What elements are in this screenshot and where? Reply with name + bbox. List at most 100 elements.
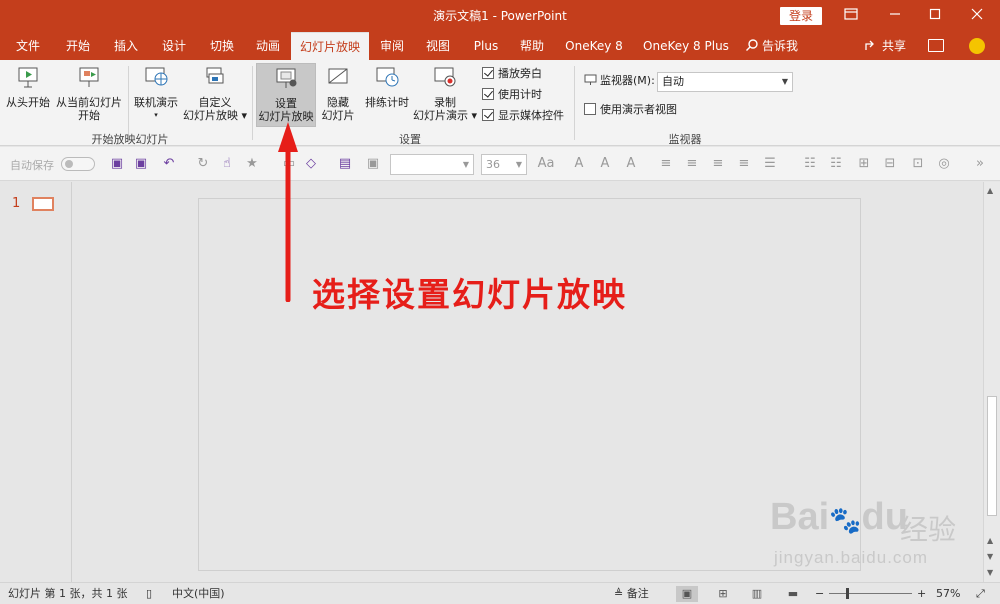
zoom-out-button[interactable]: −: [815, 583, 824, 604]
align-right-icon[interactable]: ≡: [710, 156, 726, 172]
checkbox-checked-icon: [482, 67, 494, 79]
scroll-up-icon[interactable]: ▲: [987, 186, 993, 195]
font-name-box[interactable]: ▼: [390, 154, 474, 175]
show-media-controls-checkbox[interactable]: 显示媒体控件: [482, 108, 564, 124]
tab-plus[interactable]: Plus: [466, 32, 506, 60]
font-size-box[interactable]: 36 ▼: [481, 154, 527, 175]
show-media-controls-label: 显示媒体控件: [498, 109, 564, 122]
scroll-down-icon[interactable]: ▼: [987, 552, 993, 561]
scrollbar-thumb[interactable]: [987, 396, 997, 516]
columns-icon[interactable]: ⊟: [882, 156, 898, 172]
shapes-icon[interactable]: ◇: [303, 156, 319, 172]
save-icon[interactable]: ▣: [133, 156, 149, 172]
from-current-button[interactable]: 从当前幻灯片 开始: [54, 66, 124, 122]
slide-sorter-icon[interactable]: ⊞: [712, 586, 734, 602]
smiley-feedback-icon[interactable]: [969, 38, 985, 54]
setup-slideshow-button[interactable]: 设置 幻灯片放映: [256, 63, 316, 127]
touch-mode-icon[interactable]: ☝: [219, 156, 235, 172]
undo-icon[interactable]: ↶: [161, 156, 177, 172]
autosave-label: 自动保存: [10, 159, 54, 172]
tab-view[interactable]: 视图: [418, 32, 458, 60]
more-commands-icon[interactable]: »: [972, 156, 988, 172]
change-case-icon[interactable]: Aa: [535, 156, 557, 172]
save-as-icon[interactable]: ▣: [109, 156, 125, 172]
from-beginning-button[interactable]: 从头开始: [4, 66, 52, 109]
maximize-icon[interactable]: [913, 0, 957, 32]
monitor-group-label: 监视器: [668, 133, 702, 146]
redo-icon[interactable]: ↻: [195, 156, 211, 172]
tab-animations[interactable]: 动画: [246, 32, 290, 60]
star-icon[interactable]: ★: [244, 156, 260, 172]
zoom-slider-thumb[interactable]: [846, 588, 849, 599]
tab-onekey8plus[interactable]: OneKey 8 Plus: [636, 32, 736, 60]
arrange-icon[interactable]: ⊡: [910, 156, 926, 172]
picture-icon[interactable]: ▤: [337, 156, 353, 172]
autosave-toggle[interactable]: [61, 157, 95, 171]
align-left-icon[interactable]: ≡: [658, 156, 674, 172]
hide-slide-button[interactable]: 隐藏 幻灯片: [318, 66, 358, 122]
fit-to-window-icon[interactable]: ⤢: [976, 583, 985, 604]
play-narration-label: 播放旁白: [498, 67, 542, 80]
use-timings-checkbox[interactable]: 使用计时: [482, 87, 542, 103]
record-icon: [434, 67, 456, 87]
tab-review[interactable]: 审阅: [372, 32, 412, 60]
hide-slide-label-2: 幻灯片: [321, 109, 355, 122]
minimize-icon[interactable]: [873, 0, 917, 32]
reading-view-icon[interactable]: ▥: [746, 586, 768, 602]
start-group-label: 开始放映幻灯片: [91, 133, 169, 146]
online-present-button[interactable]: 联机演示 ▾: [130, 66, 182, 122]
use-timings-label: 使用计时: [498, 88, 542, 101]
tell-me-search[interactable]: 告诉我: [745, 32, 798, 60]
play-narration-checkbox[interactable]: 播放旁白: [482, 66, 542, 82]
tab-design[interactable]: 设计: [152, 32, 196, 60]
language[interactable]: 中文(中国): [172, 583, 225, 604]
decrease-font-icon[interactable]: A: [597, 156, 613, 172]
align-center-icon[interactable]: ≡: [684, 156, 700, 172]
hide-slide-label-1: 隐藏: [327, 96, 349, 109]
record-slideshow-button[interactable]: 录制 幻灯片演示 ▾: [412, 66, 478, 122]
globe-present-icon: [145, 67, 168, 86]
spellcheck-icon[interactable]: ▯: [146, 583, 152, 604]
tab-onekey8[interactable]: OneKey 8: [560, 32, 628, 60]
normal-view-icon[interactable]: ▣: [676, 586, 698, 602]
vertical-scrollbar[interactable]: ▲ ▲ ▼ ▼: [983, 182, 1000, 582]
line-spacing-icon[interactable]: ☰: [762, 156, 778, 172]
font-size-value: 36: [486, 158, 500, 171]
increase-font-icon[interactable]: A: [571, 156, 587, 172]
bullets-icon[interactable]: ☷: [802, 156, 818, 172]
tab-insert[interactable]: 插入: [104, 32, 148, 60]
annotation-arrow: [278, 122, 298, 302]
zoom-slider[interactable]: [829, 593, 912, 594]
login-button[interactable]: 登录: [780, 7, 822, 25]
ribbon-display-icon[interactable]: [829, 0, 873, 32]
tab-transitions[interactable]: 切换: [200, 32, 244, 60]
presenter-view-checkbox[interactable]: 使用演示者视图: [584, 102, 677, 118]
numbering-icon[interactable]: ☷: [828, 156, 844, 172]
tab-help[interactable]: 帮助: [512, 32, 552, 60]
share-icon: [865, 40, 874, 50]
rehearse-timings-button[interactable]: 排练计时: [362, 66, 412, 109]
checkbox-checked-icon: [482, 109, 494, 121]
zoom-level[interactable]: 57%: [936, 583, 960, 604]
tab-slideshow[interactable]: 幻灯片放映: [291, 32, 369, 60]
monitor-select[interactable]: 自动 ▼: [657, 72, 793, 92]
justify-icon[interactable]: ≡: [736, 156, 752, 172]
custom-slideshow-button[interactable]: 自定义 幻灯片放映 ▾: [182, 66, 248, 122]
tab-file[interactable]: 文件: [8, 32, 48, 60]
close-icon[interactable]: [955, 0, 999, 32]
notes-button[interactable]: ≜ 备注: [614, 583, 649, 604]
quick-styles-icon[interactable]: ◎: [936, 156, 952, 172]
scroll-up-icon[interactable]: ▲: [987, 536, 993, 545]
scroll-down-icon[interactable]: ▼: [987, 568, 993, 577]
zoom-in-button[interactable]: +: [917, 583, 926, 604]
slideshow-view-icon[interactable]: ▬: [782, 586, 804, 602]
monitor-label: 监视器(M):: [584, 73, 655, 89]
share-button[interactable]: 共享: [864, 32, 906, 60]
slide-thumbnail[interactable]: [32, 197, 54, 211]
font-color-icon[interactable]: A: [623, 156, 639, 172]
title-bar: 演示文稿1 - PowerPoint 登录: [0, 0, 1000, 32]
text-direction-icon[interactable]: ⊞: [856, 156, 872, 172]
tab-home[interactable]: 开始: [56, 32, 100, 60]
comment-icon[interactable]: [928, 39, 944, 52]
textbox-icon[interactable]: ▣: [365, 156, 381, 172]
